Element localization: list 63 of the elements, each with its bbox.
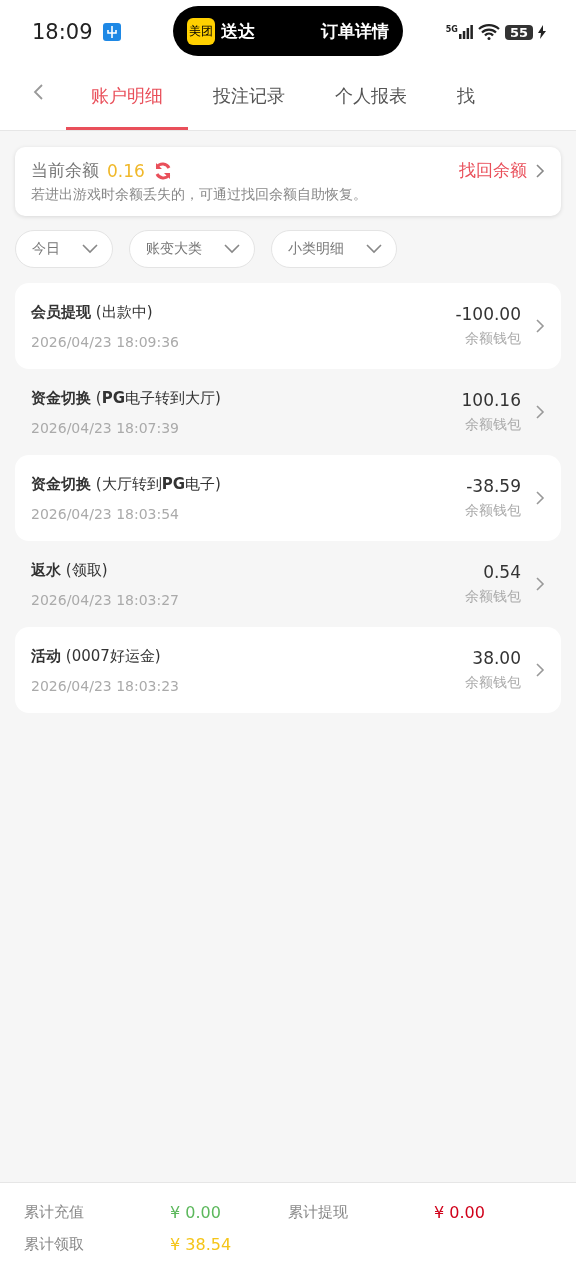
record-amount: 100.16: [461, 390, 521, 410]
chevron-down-icon: [224, 244, 240, 254]
record-wallet: 余额钱包: [465, 502, 521, 520]
chevron-icon: [535, 490, 545, 506]
record-time: 2026/04/23 18:03:27: [31, 591, 181, 608]
record-title: 会员提现 (出款中): [31, 302, 154, 322]
record-title: 资金切换 (大厅转到PG电子): [31, 474, 222, 494]
signal-icon: [458, 25, 473, 39]
usb-icon: [102, 23, 121, 41]
tab[interactable]: 投注记录: [188, 64, 310, 130]
chevron-icon: [535, 318, 545, 334]
record-amount: 0.54: [483, 562, 521, 582]
record-row[interactable]: 资金切换 (大厅转到PG电子) 2026/04/23 18:03:54 -38.59 余额钱包: [15, 455, 561, 541]
balance-amount: 0.16: [107, 160, 145, 181]
total-value: ¥ 0.00: [434, 1203, 485, 1224]
balance-hint: 若进出游戏时余额丢失的，可通过找回余额自助恢复。: [31, 186, 368, 204]
record-row[interactable]: 会员提现 (出款中) 2026/04/23 18:09:36 -100.00 余额钱包: [15, 283, 561, 369]
wifi-icon: [477, 24, 500, 40]
chevron-down-icon: [82, 244, 98, 254]
order-details-label: 订单详情: [321, 19, 389, 43]
record-amount: 38.00: [472, 648, 521, 668]
dynamic-island[interactable]: 美团 送达 订单详情: [173, 6, 403, 56]
back-icon[interactable]: [32, 83, 44, 101]
record-time: 2026/04/23 18:03:23: [31, 677, 181, 694]
record-time: 2026/04/23 18:03:54: [31, 505, 181, 522]
charging-icon: [538, 25, 546, 39]
network-label: 5G: [445, 25, 458, 34]
record-time: 2026/04/23 18:09:36: [31, 333, 181, 350]
recover-balance-link[interactable]: 找回余额: [459, 159, 545, 182]
record-row[interactable]: 活动 (0007好运金) 2026/04/23 18:03:23 38.00 余额钱包: [15, 627, 561, 713]
record-wallet: 余额钱包: [465, 330, 521, 348]
record-row[interactable]: 资金切换 (PG电子转到大厅) 2026/04/23 18:07:39 100.16 余额钱包: [15, 369, 561, 455]
record-wallet: 余额钱包: [465, 416, 521, 434]
tab[interactable]: 个人报表: [310, 64, 432, 130]
status-time: 18:09: [32, 20, 93, 44]
chevron-icon: [535, 662, 545, 678]
battery-level: 55: [504, 24, 533, 40]
tab[interactable]: 找: [432, 64, 500, 130]
record-row[interactable]: 返水 (领取) 2026/04/23 18:03:27 0.54 余额钱包: [15, 541, 561, 627]
record-time: 2026/04/23 18:07:39: [31, 419, 181, 436]
total-label: 累计提现: [288, 1203, 349, 1223]
tab[interactable]: 账户明细: [66, 64, 188, 130]
total-label: 累计领取: [24, 1234, 85, 1255]
balance-label: 当前余额: [31, 159, 99, 182]
delivery-status: 送达: [221, 19, 255, 43]
chevron-icon: [535, 162, 545, 179]
record-title: 返水 (领取): [31, 560, 109, 580]
total-label: 累计充值: [24, 1203, 85, 1223]
filter-dropdown[interactable]: 今日: [15, 230, 113, 268]
app-badge: 美团: [187, 17, 215, 45]
record-wallet: 余额钱包: [465, 674, 521, 692]
chevron-icon: [535, 576, 545, 592]
chevron-icon: [535, 404, 545, 420]
total-value: ¥ 38.54: [170, 1234, 232, 1256]
record-amount: -100.00: [455, 304, 521, 324]
record-title: 活动 (0007好运金): [31, 646, 162, 666]
total-value: ¥ 0.00: [170, 1203, 221, 1224]
filter-dropdown[interactable]: 账变大类: [129, 230, 255, 268]
record-wallet: 余额钱包: [465, 588, 521, 606]
record-title: 资金切换 (PG电子转到大厅): [31, 388, 222, 408]
chevron-down-icon: [366, 244, 382, 254]
filter-dropdown[interactable]: 小类明细: [271, 230, 397, 268]
record-amount: -38.59: [466, 476, 521, 496]
